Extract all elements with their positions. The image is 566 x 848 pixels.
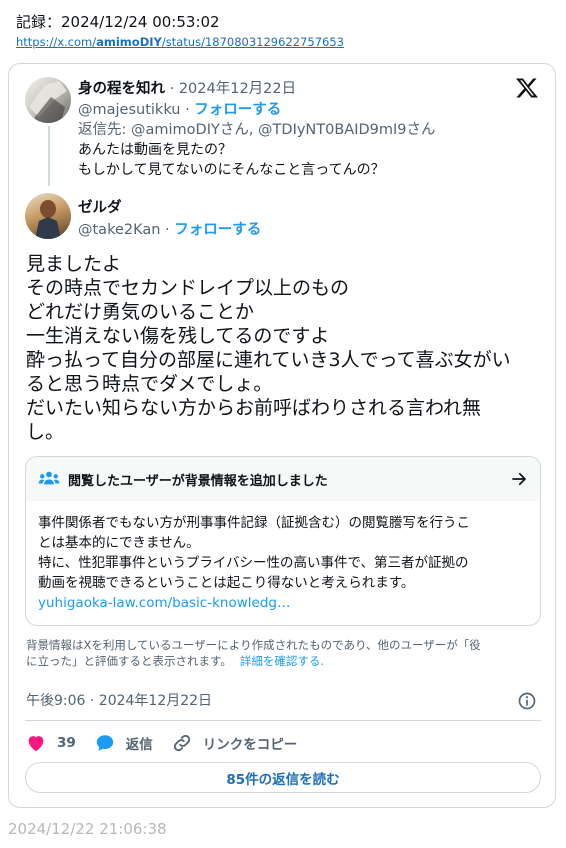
author-name[interactable]: 身の程を知れ bbox=[78, 81, 165, 97]
tweet-embed-card[interactable]: 身の程を知れ · 2024年12月22日 @majesutikku · フォロー… bbox=[8, 63, 556, 808]
read-replies-button[interactable]: 85件の返信を読む bbox=[25, 762, 541, 793]
record-line: 記録：2024/12/24 00:53:02 bbox=[16, 13, 220, 31]
capture-date: 2024/12/22 21:06:38 bbox=[8, 820, 167, 838]
tweet-text-line: その時点でセカンドレイプ以上のもの bbox=[26, 277, 350, 299]
tweet-text-line: 酔っ払って自分の部屋に連れていき3人でって喜ぶ女がい bbox=[26, 349, 511, 371]
reply-label: 返信 bbox=[125, 737, 153, 753]
record-url-link[interactable]: https://x.com/amimoDIY/status/1870803129… bbox=[16, 35, 344, 49]
community-note-header[interactable]: 閲覧したユーザーが背景情報を追加しました bbox=[26, 457, 540, 501]
speech-bubble-icon bbox=[96, 735, 114, 751]
reply-button[interactable]: 返信 bbox=[94, 732, 153, 754]
avatar[interactable] bbox=[25, 77, 71, 123]
tweet-text-line: ると思う時点でダメでしょ。 bbox=[26, 373, 273, 395]
reply-text-line: もしかして見てないのにそんなこと言ってんの？ bbox=[78, 162, 385, 178]
note-disclaimer: 背景情報はXを利用しているユーザーにより作成されたものであり、他のユーザーが「役… bbox=[26, 637, 546, 669]
link-icon bbox=[173, 734, 190, 752]
note-line: 特に、性犯罪事件というプライバシー性の高い事件で、第三者が証拠の bbox=[38, 555, 469, 571]
arrow-right-icon[interactable] bbox=[510, 470, 528, 488]
learn-more-link[interactable]: 詳細を確認する. bbox=[240, 654, 324, 668]
reply-text-line: あんたは動画を見たの？ bbox=[78, 142, 232, 158]
copy-link-button[interactable]: リンクをコピー bbox=[171, 732, 298, 754]
disclaimer-line: 背景情報はXを利用しているユーザーにより作成されたものであり、他のユーザーが「役 bbox=[26, 638, 481, 652]
heart-icon bbox=[28, 736, 44, 752]
url-suffix: /status/1870803129622757653 bbox=[161, 35, 344, 49]
author-name[interactable]: ゼルダ bbox=[78, 200, 122, 216]
follow-button[interactable]: フォローする bbox=[174, 222, 261, 238]
note-line: とは基本的にできません。 bbox=[38, 535, 200, 551]
info-icon[interactable] bbox=[517, 691, 537, 711]
reply-to-label: 返信先: @amimoDIYさん, @TDIyNT0BAID9mI9さん bbox=[78, 122, 436, 138]
like-count: 39 bbox=[57, 735, 76, 751]
reply-tweet-text: あんたは動画を見たの？ もしかして見てないのにそんなこと言ってんの？ bbox=[78, 140, 385, 180]
note-line: 事件関係者でもない方が刑事事件記録（証拠含む）の閲覧謄写を行うこ bbox=[38, 515, 470, 531]
url-handle: amimoDIY bbox=[96, 35, 162, 49]
tweet-text-line: 一生消えない傷を残してるのですよ bbox=[26, 325, 330, 347]
note-line: 動画を視聴できるということは起こり得ないと考えられます。 bbox=[38, 575, 415, 591]
community-note-box[interactable]: 閲覧したユーザーが背景情報を追加しました 事件関係者でもない方が刑事事件記録（証… bbox=[25, 456, 541, 626]
disclaimer-line: に立った」と評価すると表示されます。 bbox=[26, 654, 232, 668]
tweet-text-line: だいたい知らない方からお前呼ばわりされる言われ無 bbox=[26, 397, 482, 419]
like-button[interactable]: 39 bbox=[25, 732, 76, 754]
follow-button[interactable]: フォローする bbox=[194, 102, 281, 118]
people-icon bbox=[38, 471, 60, 485]
tweet-text: 見ましたよ その時点でセカンドレイプ以上のもの どれだけ勇気のいることか 一生消… bbox=[26, 252, 526, 444]
divider bbox=[25, 720, 541, 721]
thread-connector-line bbox=[48, 126, 50, 186]
action-bar: 39 返信 リンクをコピー bbox=[25, 730, 315, 756]
follow-separator: · bbox=[165, 222, 170, 238]
community-note-body: 事件関係者でもない方が刑事事件記録（証拠含む）の閲覧謄写を行うこ とは基本的にで… bbox=[26, 501, 540, 613]
copy-link-label: リンクをコピー bbox=[202, 737, 298, 753]
tweet-timestamp[interactable]: 午後9:06 · 2024年12月22日 bbox=[26, 690, 212, 710]
author-handle[interactable]: @take2Kan bbox=[78, 222, 160, 238]
tweet-date[interactable]: · 2024年12月22日 bbox=[170, 81, 297, 97]
x-logo-icon[interactable] bbox=[515, 76, 539, 100]
follow-separator: · bbox=[185, 102, 190, 118]
tweet-text-line: し。 bbox=[26, 421, 65, 443]
community-note-title: 閲覧したユーザーが背景情報を追加しました bbox=[68, 473, 328, 489]
note-source-link[interactable]: yuhigaoka-law.com/basic-knowledg… bbox=[38, 593, 528, 613]
avatar[interactable] bbox=[25, 193, 71, 239]
tweet-text-line: どれだけ勇気のいることか bbox=[26, 301, 255, 323]
tweet-text-line: 見ましたよ bbox=[26, 253, 122, 275]
url-prefix: https://x.com/ bbox=[16, 35, 97, 49]
author-handle[interactable]: @majesutikku bbox=[78, 102, 180, 118]
